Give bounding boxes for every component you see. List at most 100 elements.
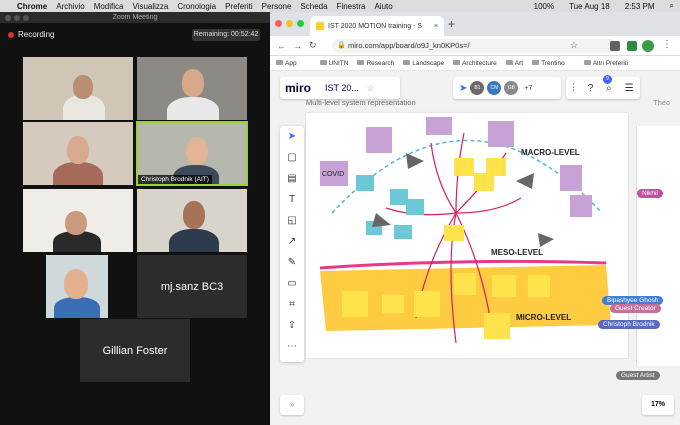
miro-board-header: miro IST 20... ☆ [280, 77, 400, 99]
chrome-window: IST 2020 MOTION training - S × + ← → ↻ 🔒… [270, 12, 680, 425]
comment-icon[interactable]: ▭ [280, 273, 304, 294]
bookmark-folder[interactable]: Art [505, 60, 523, 67]
bookmark-folder[interactable]: Architecture [453, 60, 497, 67]
text-icon[interactable]: T [280, 189, 304, 210]
bookmark-folder[interactable]: Trentino [532, 60, 565, 67]
video-tile[interactable] [23, 122, 133, 185]
avatar[interactable]: CM [487, 81, 502, 95]
upload-icon[interactable]: ⇪ [280, 315, 304, 336]
sticky-note-icon[interactable]: ◱ [280, 210, 304, 231]
menu-item[interactable]: Finestra [337, 2, 366, 11]
menu-item[interactable]: Aiuto [374, 2, 392, 11]
bookmark-folder[interactable]: Landscape [403, 60, 444, 67]
settings-sliders-icon[interactable]: ⫶ [572, 83, 575, 94]
folder-icon [505, 60, 513, 66]
frame-title[interactable]: Multi-level system representation [306, 98, 416, 107]
more-icon[interactable]: ⋯ [280, 336, 304, 357]
menu-item[interactable]: Cronologia [177, 2, 216, 11]
bookmark-folder[interactable]: UNITN [319, 60, 348, 67]
window-minimize-button[interactable] [286, 20, 293, 27]
extension-icon[interactable] [610, 41, 620, 51]
note-air [570, 195, 592, 217]
date[interactable]: Tue Aug 18 [569, 2, 610, 11]
close-tab-icon[interactable]: × [434, 23, 438, 30]
bookmark-other[interactable]: Altri Preferiti [583, 60, 628, 67]
arrow-icon[interactable]: ↗ [280, 231, 304, 252]
video-tile[interactable] [23, 189, 133, 252]
participant-face [182, 69, 204, 97]
template-icon[interactable]: ▤ [280, 168, 304, 189]
note-population [488, 121, 514, 147]
name-only-tile[interactable]: Gillian Foster [80, 319, 190, 382]
menu-item[interactable]: Modifica [94, 2, 124, 11]
folder-icon [403, 60, 411, 66]
cursor-label: Guest Creator [610, 304, 661, 313]
star-icon[interactable]: ☆ [367, 84, 374, 93]
miro-logo[interactable]: miro [285, 81, 311, 95]
multi-level-diagram: COVID MACRO-LEVEL MESO-LEVEL MICRO-LEVEL [319, 117, 611, 344]
miro-toolbar: ➤ ▢ ▤ T ◱ ↗ ✎ ▭ ⌗ ⇪ ⋯ [280, 126, 304, 362]
right-frame[interactable] [636, 126, 680, 366]
window-close-button[interactable] [5, 15, 11, 21]
browser-tab[interactable]: IST 2020 MOTION training - S × [310, 16, 444, 36]
expand-panel-button[interactable]: » [280, 395, 304, 415]
url-text: miro.com/app/board/o9J_kn0KP0s=/ [348, 41, 470, 50]
avatar[interactable]: GB [504, 81, 519, 95]
window-minimize-button[interactable] [14, 15, 20, 21]
zoom-window: Zoom Meeting Recording Remaining: 00:52:… [0, 12, 270, 425]
participant-body [53, 162, 103, 185]
bookmark-apps[interactable]: App [276, 60, 297, 67]
window-close-button[interactable] [275, 20, 282, 27]
remaining-timer: Remaining: 00:52:42 [192, 29, 260, 41]
menu-item[interactable]: Preferiti [225, 2, 253, 11]
video-tile-active[interactable]: Christoph Brodnik (AIT) [136, 121, 248, 186]
miro-canvas[interactable]: miro IST 20... ☆ ➤ B1 CM GB +7 ⫶ ? ⌕ ☰ 9… [270, 71, 680, 425]
clock[interactable]: 2:53 PM [625, 2, 655, 11]
tab-title: IST 2020 MOTION training - S [328, 22, 423, 30]
frame-title[interactable]: Theo [653, 98, 670, 107]
cursor-share-icon[interactable]: ➤ [459, 83, 467, 94]
profile-avatar[interactable] [642, 40, 654, 52]
participant-body [167, 97, 219, 120]
cursor-icon[interactable]: ➤ [280, 126, 304, 147]
search-icon[interactable]: ⌕ [670, 1, 674, 11]
star-icon[interactable]: ☆ [570, 40, 578, 51]
extension-icon[interactable] [627, 41, 637, 51]
participant-face [67, 136, 89, 164]
name-only-tile[interactable]: mj.sanz BC3 [137, 255, 247, 318]
pen-icon[interactable]: ✎ [280, 252, 304, 273]
folder-icon [583, 60, 591, 66]
participant-face [183, 201, 205, 229]
new-tab-button[interactable]: + [448, 17, 455, 31]
folder-icon [453, 60, 461, 66]
diagram-frame[interactable]: COVID MACRO-LEVEL MESO-LEVEL MICRO-LEVEL [306, 113, 628, 358]
menu-icon[interactable]: ⋮ [662, 39, 672, 50]
video-tile[interactable] [46, 255, 108, 318]
video-tile[interactable] [23, 57, 133, 120]
frame-icon[interactable]: ▢ [280, 147, 304, 168]
participant-body [54, 297, 100, 318]
video-tile[interactable] [137, 57, 247, 120]
zoom-level[interactable]: 17% [642, 395, 674, 415]
recording-indicator[interactable]: Recording [8, 30, 54, 39]
menu-icon[interactable]: ☰ [625, 83, 634, 94]
battery-percent[interactable]: 100% [534, 2, 554, 11]
reload-icon[interactable]: ↻ [309, 40, 317, 51]
more-collaborators[interactable]: +7 [524, 85, 532, 92]
window-zoom-button[interactable] [23, 15, 29, 21]
menu-item[interactable]: Archivio [56, 2, 84, 11]
help-icon[interactable]: ? [588, 83, 594, 94]
avatar[interactable]: B1 [470, 81, 485, 95]
forward-icon[interactable]: → [293, 41, 302, 51]
menu-item[interactable]: Persone [262, 2, 292, 11]
video-tile[interactable] [137, 189, 247, 252]
board-name[interactable]: IST 20... [325, 83, 359, 93]
crop-icon[interactable]: ⌗ [280, 294, 304, 315]
bookmark-folder[interactable]: Research [357, 60, 394, 67]
search-icon[interactable]: ⌕ [606, 83, 612, 94]
window-zoom-button[interactable] [297, 20, 304, 27]
menu-item[interactable]: Scheda [300, 2, 327, 11]
back-icon[interactable]: ← [277, 41, 286, 51]
menu-app[interactable]: Chrome [17, 2, 47, 11]
menu-item[interactable]: Visualizza [132, 2, 168, 11]
